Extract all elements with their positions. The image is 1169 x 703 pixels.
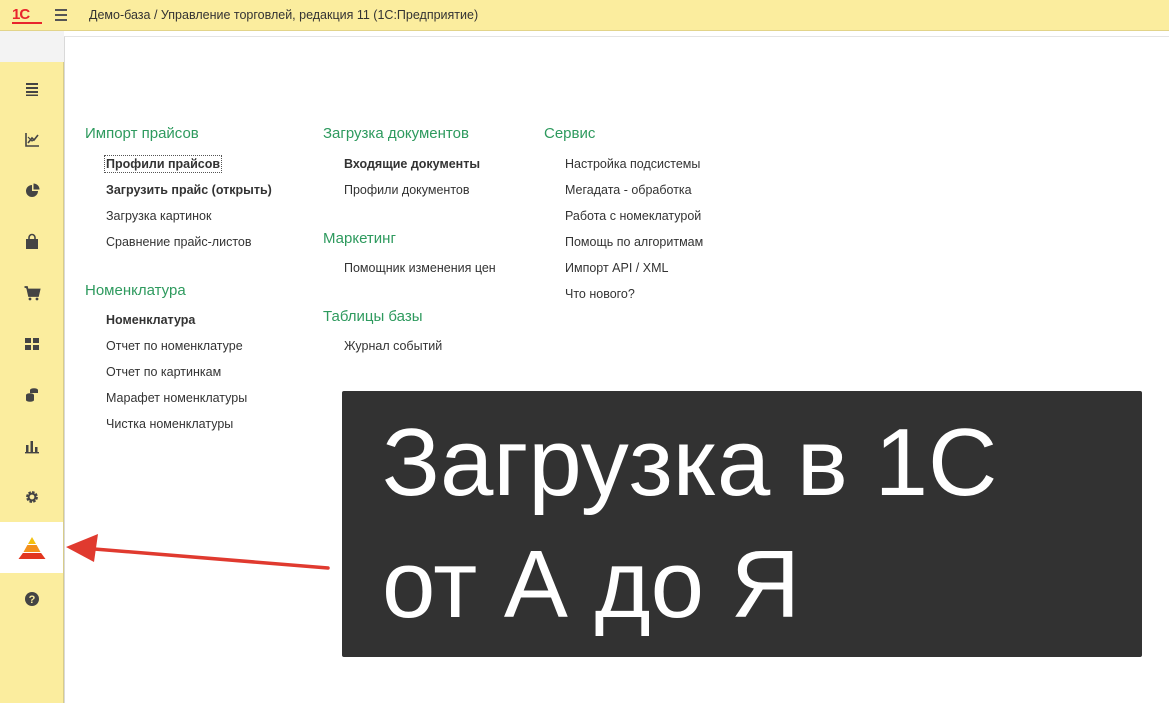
help-icon: ? <box>24 591 39 606</box>
gear-icon <box>25 490 38 503</box>
group-title-database-tables: Таблицы базы <box>323 308 423 325</box>
cart-icon <box>24 285 41 300</box>
sidebar-item-main-menu[interactable] <box>0 63 63 114</box>
group-title-nomenclature: Номенклатура <box>85 282 186 299</box>
sidebar-item-crm[interactable] <box>0 114 63 165</box>
link-load-price[interactable]: Загрузить прайс (открыть) <box>106 183 272 197</box>
bar-chart-icon <box>24 440 39 453</box>
link-images-report[interactable]: Отчет по картинкам <box>106 365 221 379</box>
link-nomenclature-cleanup[interactable]: Чистка номенклатуры <box>106 417 233 431</box>
warehouse-grid-icon <box>24 337 39 350</box>
chart-arrows-icon <box>24 132 39 147</box>
link-incoming-documents[interactable]: Входящие документы <box>344 157 480 171</box>
pyramid-icon <box>18 536 45 559</box>
annotation-arrow-icon <box>66 534 330 570</box>
banner-line-2: от А до Я <box>382 531 801 638</box>
svg-text:?: ? <box>28 594 35 606</box>
group-title-document-load: Загрузка документов <box>323 125 469 142</box>
link-megadata-processing[interactable]: Мегадата - обработка <box>565 183 692 197</box>
promo-banner: Загрузка в 1С от А до Я <box>342 391 1142 657</box>
shopping-bag-icon <box>25 233 38 249</box>
link-nomenclature[interactable]: Номенклатура <box>106 313 195 327</box>
pie-chart-icon <box>25 183 39 197</box>
sidebar-item-cart[interactable] <box>0 267 63 318</box>
sidebar-item-reports[interactable] <box>0 420 63 471</box>
link-document-profiles[interactable]: Профили документов <box>344 183 470 197</box>
main-menu-icon[interactable] <box>55 9 67 21</box>
link-nomenclature-polish[interactable]: Марафет номенклатуры <box>106 391 247 405</box>
link-subsystem-settings[interactable]: Настройка подсистемы <box>565 157 700 171</box>
link-compare-price-lists[interactable]: Сравнение прайс-листов <box>106 235 252 249</box>
link-price-profiles[interactable]: Профили прайсов <box>103 155 223 173</box>
sidebar-item-sales[interactable] <box>0 165 63 216</box>
sidebar-item-finance[interactable] <box>0 369 63 420</box>
logo-text: 1С <box>12 6 30 23</box>
group-title-service: Сервис <box>544 125 596 142</box>
link-load-images[interactable]: Загрузка картинок <box>106 209 211 223</box>
link-import-api-xml[interactable]: Импорт API / XML <box>565 261 668 275</box>
window-title: Демо-база / Управление торговлей, редакц… <box>89 8 479 22</box>
sidebar-item-addon[interactable] <box>0 522 63 573</box>
title-bar: 1С Демо-база / Управление торговлей, ред… <box>0 0 1169 31</box>
sidebar-item-settings[interactable] <box>0 471 63 522</box>
sidebar-item-purchases[interactable] <box>0 216 63 267</box>
link-whats-new[interactable]: Что нового? <box>565 287 635 301</box>
banner-line-1: Загрузка в 1С <box>382 409 998 516</box>
link-algorithms-help[interactable]: Помощь по алгоритмам <box>565 235 703 249</box>
app-logo[interactable]: 1С <box>12 6 42 24</box>
link-price-change-assistant[interactable]: Помощник изменения цен <box>344 261 496 275</box>
menu-lines-icon <box>25 82 38 96</box>
toolbar-strip <box>0 31 64 62</box>
sidebar-item-warehouse[interactable] <box>0 318 63 369</box>
link-nomenclature-work[interactable]: Работа с номеклатурой <box>565 209 701 223</box>
group-title-marketing: Маркетинг <box>323 230 396 247</box>
link-event-log[interactable]: Журнал событий <box>344 339 442 353</box>
coins-icon <box>25 387 38 402</box>
group-title-price-import: Импорт прайсов <box>85 125 199 142</box>
sidebar-item-help[interactable]: ? <box>0 573 63 624</box>
link-nomenclature-report[interactable]: Отчет по номенклатуре <box>106 339 243 353</box>
sections-panel: ? <box>0 62 64 703</box>
